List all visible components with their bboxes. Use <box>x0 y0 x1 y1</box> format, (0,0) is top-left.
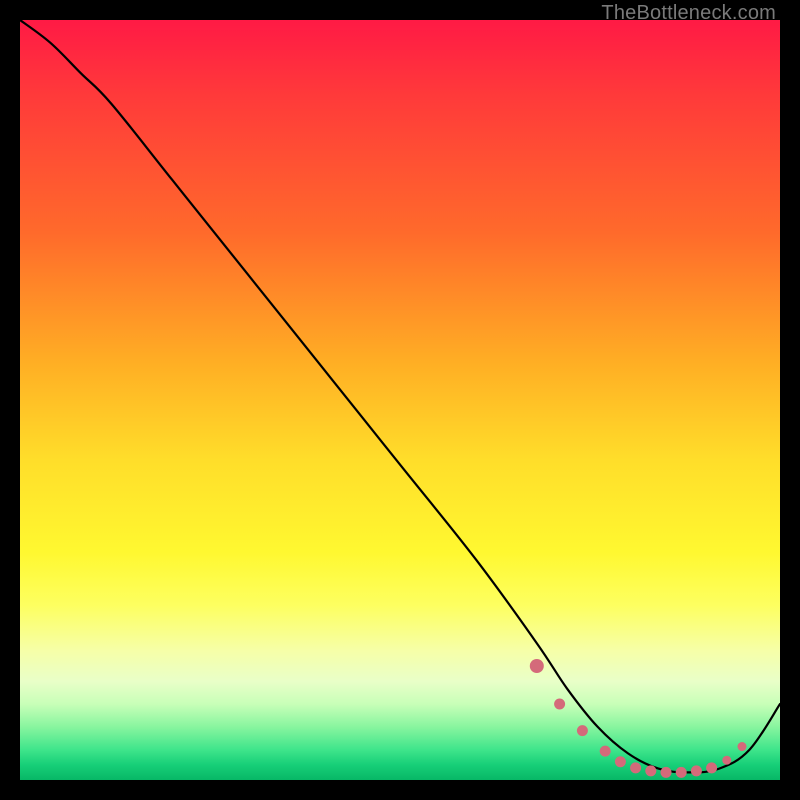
marker-dot <box>530 659 544 673</box>
marker-dot <box>645 765 656 776</box>
marker-dot <box>722 756 731 765</box>
marker-dot <box>600 746 611 757</box>
marker-dot <box>615 756 626 767</box>
marker-dot <box>691 765 702 776</box>
marker-dot <box>676 767 687 778</box>
series-curve <box>20 20 780 772</box>
marker-dot <box>661 767 672 778</box>
marker-dot <box>630 762 641 773</box>
marker-dot <box>738 742 747 751</box>
marker-dot <box>706 762 717 773</box>
chart-overlay <box>20 20 780 780</box>
chart-stage: TheBottleneck.com <box>0 0 800 800</box>
plot-area <box>20 20 780 780</box>
marker-dot <box>577 725 588 736</box>
marker-dot <box>554 699 565 710</box>
